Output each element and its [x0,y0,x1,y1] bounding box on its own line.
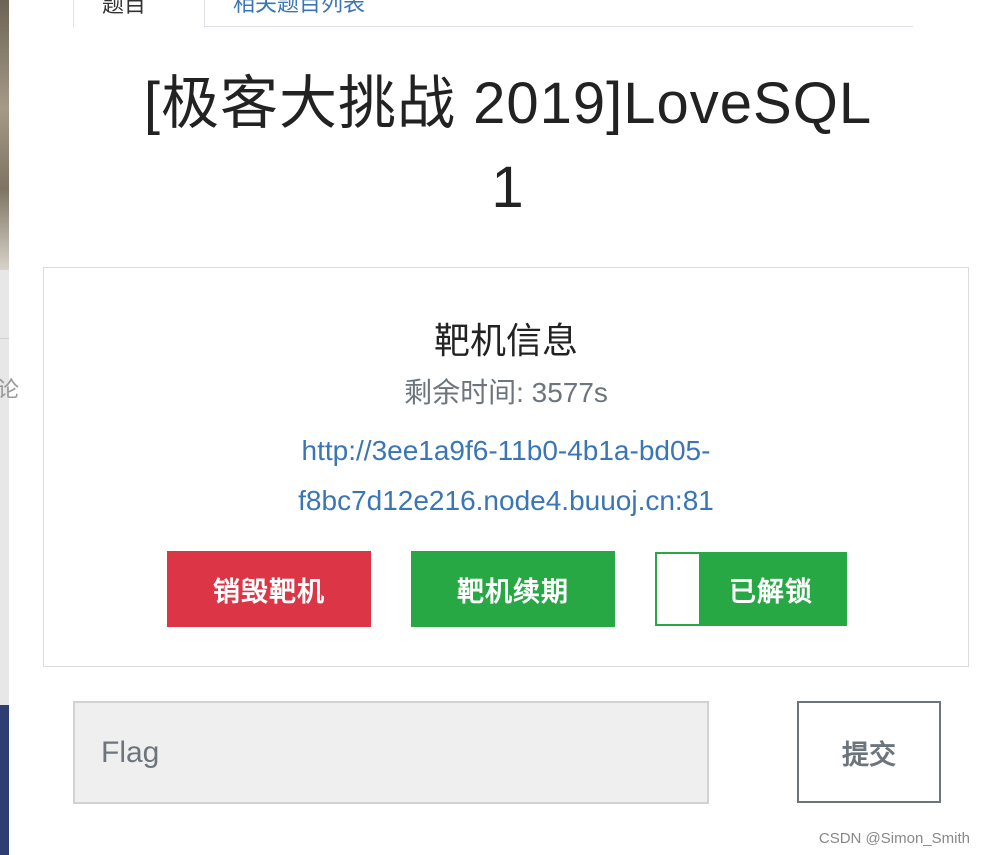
divider [0,338,9,339]
target-url-link[interactable]: http://3ee1a9f6-11b0-4b1a-bd05- f8bc7d12… [44,426,968,526]
tab-challenge-label: 题目 [102,0,147,17]
toggle-knob [657,554,699,624]
tab-bar: 题目 相关题目列表 [73,0,913,28]
flag-input[interactable] [73,701,709,804]
submit-button[interactable]: 提交 [797,701,941,803]
tab-challenge[interactable]: 题目 [73,0,205,28]
challenge-title: [极客大挑战 2019]LoveSQL 1 [50,62,966,230]
watermark: CSDN @Simon_Smith [818,830,970,847]
target-info-panel: 靶机信息 剩余时间: 3577s http://3ee1a9f6-11b0-4b… [43,267,969,667]
remaining-time-value: 3577s [531,377,608,408]
destroy-target-button[interactable]: 销毁靶机 [167,551,371,627]
background-navy-block [0,705,9,855]
remaining-time: 剩余时间: 3577s [44,371,968,411]
tab-related-challenges[interactable]: 相关题目列表 [233,0,365,18]
panel-title: 靶机信息 [433,320,578,361]
unlocked-toggle[interactable]: 已解锁 [655,552,847,626]
background-glyph: 论 [0,377,20,402]
background-image [0,0,9,270]
target-url-line1: http://3ee1a9f6-11b0-4b1a-bd05- [301,435,711,466]
unlocked-toggle-label: 已解锁 [729,576,813,607]
challenge-title-line2: 1 [491,155,525,220]
remaining-time-label: 剩余时间: [404,377,524,408]
background-strip: 论 [0,0,19,855]
target-url-line2: f8bc7d12e216.node4.buuoj.cn:81 [298,485,714,516]
challenge-title-line1: [极客大挑战 2019]LoveSQL [143,71,873,136]
renew-target-button[interactable]: 靶机续期 [411,551,615,627]
